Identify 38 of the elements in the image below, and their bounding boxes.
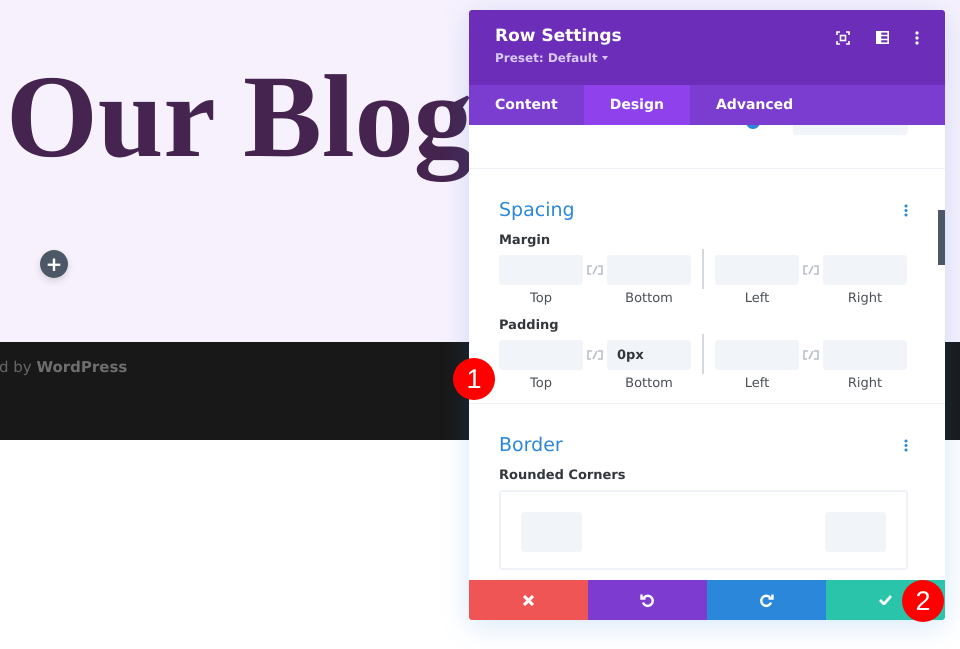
field-label: Bottom: [625, 376, 673, 391]
unlink-icon[interactable]: [802, 350, 820, 360]
field-label: Left: [744, 291, 770, 306]
input-field[interactable]: [793, 125, 908, 135]
section-title[interactable]: Border: [499, 434, 563, 456]
undo-icon: [640, 592, 655, 608]
field-label: Top: [530, 376, 552, 391]
field-label: Right: [848, 376, 882, 391]
unlink-icon[interactable]: [586, 265, 604, 275]
more-icon[interactable]: [904, 438, 908, 452]
tab[interactable]: Advanced: [690, 85, 820, 125]
footer-credit: d by WordPress: [0, 358, 128, 376]
field-label: Padding: [499, 318, 560, 333]
caret-icon: [602, 56, 608, 60]
redo-icon: [759, 592, 774, 608]
split-view-icon[interactable]: [876, 31, 889, 44]
section-title[interactable]: Spacing: [499, 199, 575, 221]
close-icon: [523, 594, 534, 606]
scrollbar-thumb[interactable]: [938, 210, 945, 265]
field-label: Rounded Corners: [499, 468, 627, 483]
input-field[interactable]: 0px: [607, 340, 691, 370]
preset-dropdown[interactable]: Preset: Default: [495, 51, 608, 65]
focus-icon[interactable]: [836, 31, 850, 45]
tab[interactable]: Design: [584, 85, 690, 125]
more-icon[interactable]: [915, 31, 919, 45]
undo-button[interactable]: [588, 580, 707, 620]
unlink-icon[interactable]: [586, 350, 604, 360]
field-label: Bottom: [625, 291, 673, 306]
check-icon: [879, 595, 892, 605]
field-label: Left: [744, 376, 770, 391]
field-label: Margin: [499, 233, 552, 248]
field-label: Top: [530, 291, 552, 306]
more-icon[interactable]: [904, 204, 908, 216]
add-row-button[interactable]: +: [40, 250, 68, 278]
field-label: Right: [848, 291, 882, 306]
cancel-button[interactable]: [469, 580, 588, 620]
unlink-icon[interactable]: [802, 265, 820, 275]
panel-title: Row Settings: [495, 26, 622, 46]
